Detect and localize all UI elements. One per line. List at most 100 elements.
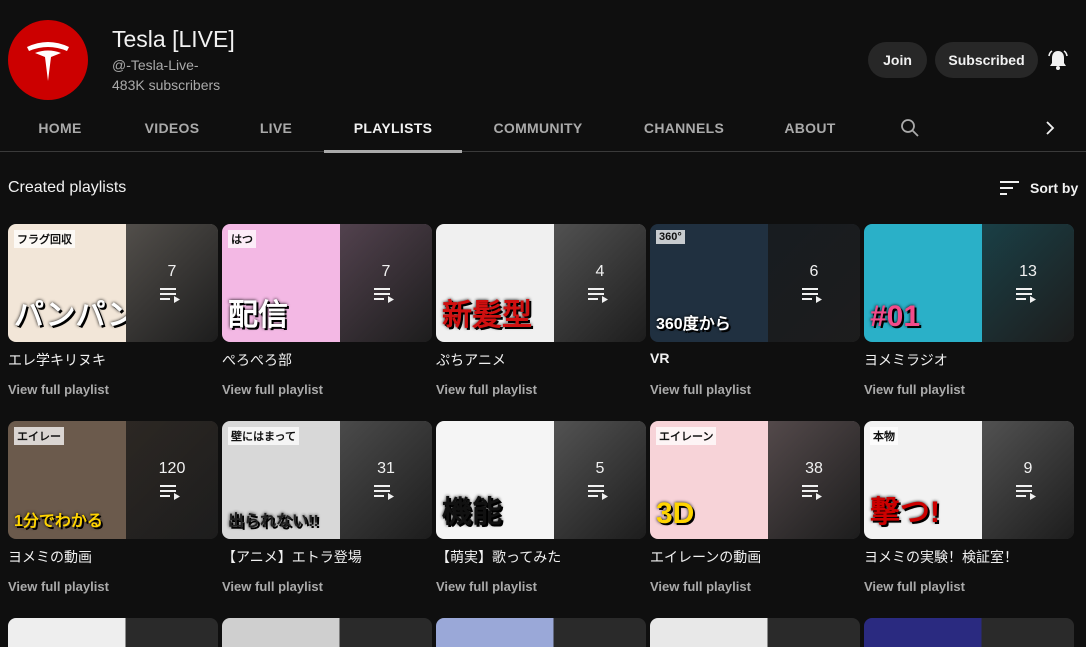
thumbnail-badge: 360° (656, 230, 685, 244)
section-title: Created playlists (8, 179, 127, 196)
tab-home[interactable]: HOME (16, 104, 104, 152)
playlist-title[interactable]: エイレーンの動画 (650, 547, 860, 565)
video-count: 38 (805, 460, 823, 477)
tab-channels[interactable]: CHANNELS (622, 104, 746, 152)
playlist-title[interactable]: ヨメミの実験！検証室！ (864, 547, 1074, 565)
video-count: 120 (158, 460, 186, 477)
playlist-count-overlay: 31 (340, 421, 432, 539)
playlist-card[interactable]: 壁にはまって出られない!! 31 【アニメ】エトラ登場 View full playl… (222, 421, 432, 594)
thumbnail-text: 撃つ! (870, 496, 940, 529)
tab-about[interactable]: ABOUT (770, 104, 850, 152)
playlist-thumbnail[interactable]: #01 13 (864, 224, 1074, 342)
playlist-card[interactable]: #01 13 ヨメミラジオ View full playlist (864, 224, 1074, 397)
search-icon[interactable] (898, 116, 922, 140)
playlist-thumbnail-partial[interactable] (650, 618, 860, 647)
tab-live[interactable]: LIVE (240, 104, 312, 152)
view-full-playlist-link[interactable]: View full playlist (436, 382, 646, 397)
view-full-playlist-link[interactable]: View full playlist (222, 579, 432, 594)
playlist-icon (1016, 288, 1036, 303)
playlist-thumbnail[interactable]: 本物 撃つ! 9 (864, 421, 1074, 539)
tesla-logo-icon (27, 42, 69, 81)
playlist-thumbnail[interactable]: 360° 360度から 6 (650, 224, 860, 342)
video-count: 31 (377, 460, 395, 477)
sort-by-label: Sort by (1030, 180, 1079, 196)
playlist-thumbnail[interactable]: エイレー 1分でわかる 120 (8, 421, 218, 539)
view-full-playlist-link[interactable]: View full playlist (8, 579, 218, 594)
view-full-playlist-link[interactable]: View full playlist (650, 579, 860, 594)
view-full-playlist-link[interactable]: View full playlist (436, 579, 646, 594)
thumbnail-art: 壁にはまって出られない!! (222, 421, 340, 539)
thumbnail-text: 360度から (656, 316, 731, 333)
video-count: 5 (595, 460, 605, 477)
thumbnail-art: 機能 (436, 421, 554, 539)
thumbnail-badge: はつ (228, 230, 256, 248)
playlist-count-overlay: 120 (126, 421, 218, 539)
thumbnail-art: 360° 360度から (650, 224, 768, 342)
playlist-title[interactable]: VR (650, 350, 860, 368)
playlist-icon (802, 288, 822, 303)
subscribed-button[interactable]: Subscribed (935, 42, 1038, 78)
bell-icon[interactable] (1046, 48, 1070, 72)
playlist-card[interactable]: 機能 5 【萌実】歌ってみた View full playlist (436, 421, 646, 594)
tab-videos[interactable]: VIDEOS (128, 104, 216, 152)
view-full-playlist-link[interactable]: View full playlist (650, 382, 860, 397)
channel-avatar[interactable] (8, 20, 88, 100)
playlist-thumbnail[interactable]: エイレーン 3D 38 (650, 421, 860, 539)
playlist-count-overlay: 6 (768, 224, 860, 342)
playlist-card[interactable]: 360° 360度から 6 VR View full playlist (650, 224, 860, 397)
playlist-icon (802, 485, 822, 500)
playlist-title[interactable]: ぺろぺろ部 (222, 350, 432, 368)
thumbnail-badge: フラグ回収 (14, 230, 75, 248)
playlist-title[interactable]: エレ学キリヌキ (8, 350, 218, 368)
playlist-title[interactable]: 【萌実】歌ってみた (436, 547, 646, 565)
playlist-thumbnail-partial[interactable] (436, 618, 646, 647)
chevron-right-icon[interactable] (1038, 116, 1062, 140)
thumbnail-text: 出られない!! (228, 513, 319, 530)
playlist-icon (160, 485, 180, 500)
playlist-thumbnail[interactable]: 機能 5 (436, 421, 646, 539)
playlist-icon (1016, 485, 1036, 500)
thumbnail-text: 1分でわかる (14, 513, 103, 530)
playlist-icon (374, 485, 394, 500)
sort-by-button[interactable]: Sort by (1000, 176, 1078, 200)
view-full-playlist-link[interactable]: View full playlist (864, 382, 1074, 397)
playlist-card[interactable]: フラグ回収 パンパン 7 エレ学キリヌキ View full playlist (8, 224, 218, 397)
thumbnail-badge: 壁にはまって (228, 427, 300, 445)
view-full-playlist-link[interactable]: View full playlist (864, 579, 1074, 594)
playlist-thumbnail[interactable]: 新髪型 4 (436, 224, 646, 342)
playlist-icon (588, 485, 608, 500)
channel-tabs: HOME VIDEOS LIVE PLAYLISTS COMMUNITY CHA… (0, 104, 1086, 153)
playlist-thumbnail[interactable]: フラグ回収 パンパン 7 (8, 224, 218, 342)
playlist-thumbnail-partial[interactable] (864, 618, 1074, 647)
playlist-thumbnail[interactable]: 壁にはまって出られない!! 31 (222, 421, 432, 539)
playlist-thumbnail-partial[interactable] (222, 618, 432, 647)
playlist-count-overlay: 7 (340, 224, 432, 342)
playlist-card[interactable]: 本物 撃つ! 9 ヨメミの実験！検証室！ View full playlist (864, 421, 1074, 594)
playlist-card[interactable]: 新髪型 4 ぷちアニメ View full playlist (436, 224, 646, 397)
video-count: 7 (167, 263, 177, 280)
tab-playlists[interactable]: PLAYLISTS (324, 104, 462, 153)
thumbnail-art: #01 (864, 224, 982, 342)
thumbnail-art: エイレー 1分でわかる (8, 421, 126, 539)
playlist-card[interactable]: エイレーン 3D 38 エイレーンの動画 View full playlist (650, 421, 860, 594)
sort-icon (1000, 181, 1019, 195)
playlist-count-overlay: 13 (982, 224, 1074, 342)
playlist-icon (588, 288, 608, 303)
playlist-thumbnail-partial[interactable] (8, 618, 218, 647)
thumbnail-text: 新髪型 (442, 299, 532, 332)
playlist-title[interactable]: ヨメミラジオ (864, 350, 1074, 368)
playlist-card[interactable]: はつ 配信 7 ぺろぺろ部 View full playlist (222, 224, 432, 397)
playlist-card[interactable]: エイレー 1分でわかる 120 ヨメミの動画 View full playlist (8, 421, 218, 594)
video-count: 6 (809, 263, 819, 280)
tab-community[interactable]: COMMUNITY (478, 104, 598, 152)
view-full-playlist-link[interactable]: View full playlist (8, 382, 218, 397)
channel-name: Tesla [LIVE] (112, 26, 235, 52)
view-full-playlist-link[interactable]: View full playlist (222, 382, 432, 397)
playlist-thumbnail[interactable]: はつ 配信 7 (222, 224, 432, 342)
video-count: 4 (595, 263, 605, 280)
join-button[interactable]: Join (868, 42, 927, 78)
thumbnail-art: はつ 配信 (222, 224, 340, 342)
playlist-title[interactable]: ぷちアニメ (436, 350, 646, 368)
playlist-title[interactable]: 【アニメ】エトラ登場 (222, 547, 432, 565)
playlist-title[interactable]: ヨメミの動画 (8, 547, 218, 565)
